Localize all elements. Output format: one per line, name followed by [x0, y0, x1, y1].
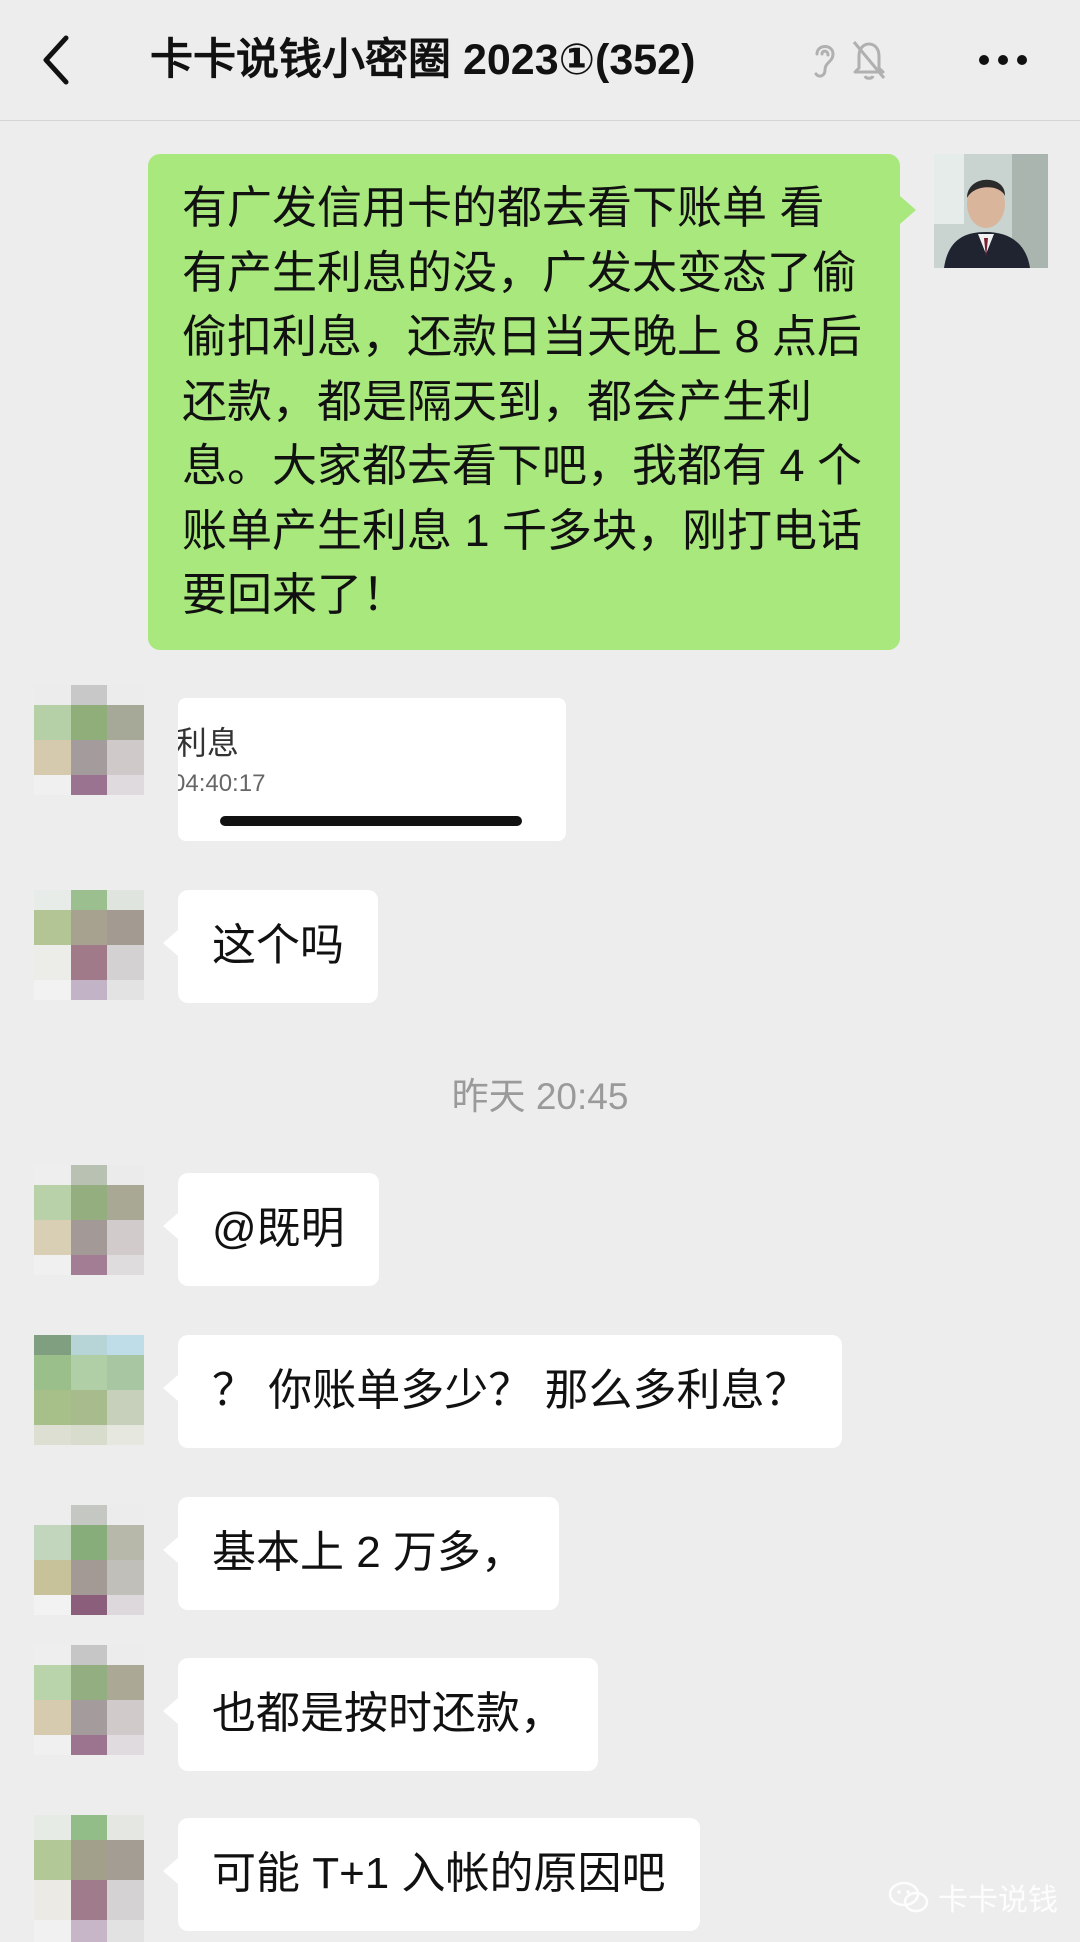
message-bubble[interactable]: 这个吗: [163, 890, 378, 1003]
ear-icon: [808, 38, 840, 82]
member-avatar[interactable]: [34, 1815, 144, 1942]
member-avatar[interactable]: [34, 1165, 144, 1275]
message-bubble[interactable]: ？ 你账单多少？ 那么多利息？: [162, 1335, 843, 1448]
self-avatar[interactable]: [934, 154, 1048, 268]
member-avatar[interactable]: [34, 1335, 144, 1445]
quoted-text: t利息: [178, 725, 239, 761]
member-avatar[interactable]: [34, 1645, 144, 1755]
message-bubble[interactable]: 可能 T+1 入帐的原因吧: [163, 1818, 700, 1931]
member-avatar[interactable]: [34, 685, 144, 795]
mute-bell-icon: [848, 36, 890, 82]
back-chevron-icon[interactable]: [36, 30, 80, 90]
chat-header: 卡卡说钱小密圈 2023①(352): [0, 0, 1080, 121]
member-avatar[interactable]: [34, 890, 144, 1000]
message-bubble[interactable]: 基本上 2 万多，: [163, 1497, 559, 1610]
watermark-text: 卡卡说钱: [938, 1884, 1058, 1917]
message-bubble[interactable]: 也都是按时还款，: [163, 1658, 598, 1771]
quoted-image-card[interactable]: t利息 04:40:17: [178, 698, 566, 841]
message-bubble[interactable]: @既明: [163, 1173, 379, 1286]
redaction-bar: [220, 816, 522, 826]
member-avatar[interactable]: [34, 1505, 144, 1615]
chat-title: 卡卡说钱小密圈 2023①(352): [150, 36, 696, 84]
watermark: 卡卡说钱: [888, 1874, 1058, 1920]
wechat-logo-icon: [888, 1881, 929, 1913]
quoted-time: 04:40:17: [178, 770, 266, 797]
message-bubble-self[interactable]: 有广发信用卡的都去看下账单 看有产生利息的没，广发太变态了偷偷扣利息，还款日当天…: [148, 154, 916, 650]
message-timestamp: 昨天 20:45: [451, 1076, 629, 1117]
more-icon[interactable]: [975, 40, 1031, 80]
